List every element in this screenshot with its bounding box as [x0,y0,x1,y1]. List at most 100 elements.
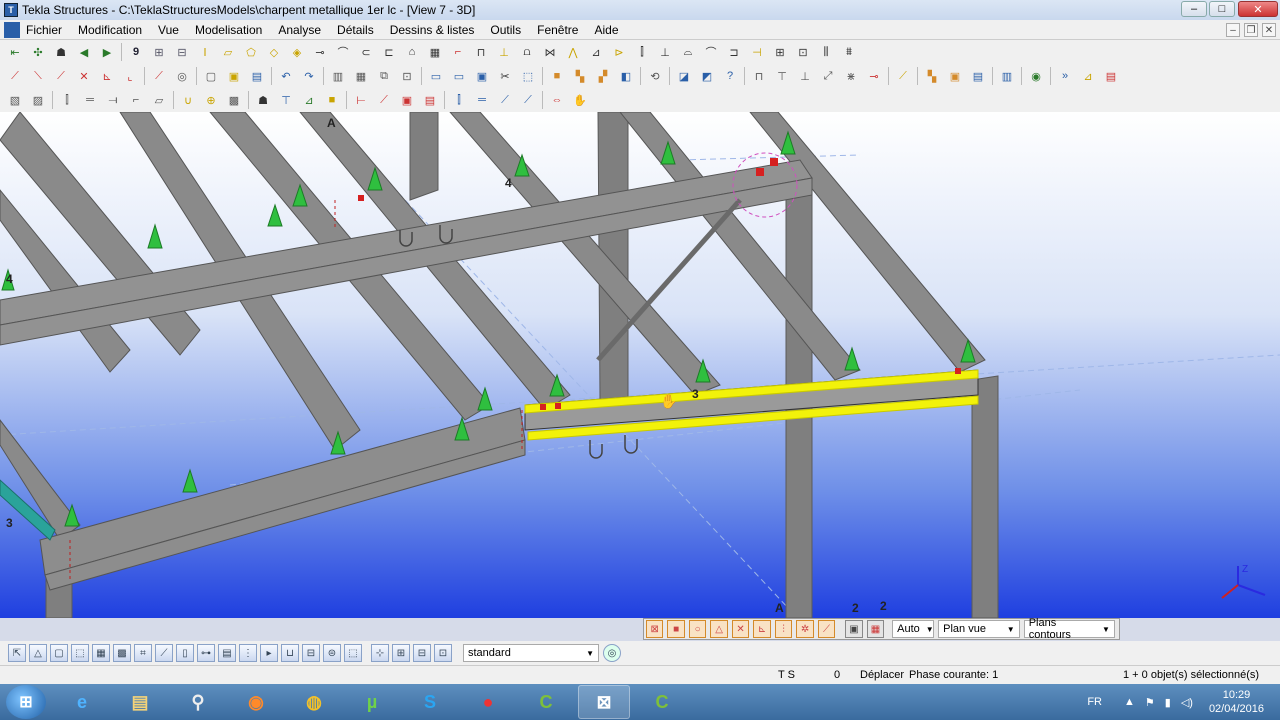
snap-reference-icon[interactable]: ⊠ [646,620,664,638]
point-icon[interactable]: ✣ [29,43,47,61]
grid-icon[interactable]: ⇤ [6,43,24,61]
minimize-button[interactable]: – [1181,1,1207,17]
help-icon[interactable]: ? [721,67,739,85]
select-reference-switch-icon[interactable]: ⊟ [302,644,320,662]
select-views-switch-icon[interactable]: ▯ [176,644,194,662]
part-icon[interactable]: ■ [548,67,566,85]
firefox-icon[interactable]: ◉ [230,685,282,719]
menu-modelisation[interactable]: Modelisation [187,23,270,37]
dimension-icon[interactable]: ⤢ [819,67,837,85]
arrow-right-icon[interactable]: ▶ [98,43,116,61]
select-distances-switch-icon[interactable]: ⊔ [281,644,299,662]
eraser-icon[interactable]: ▨ [29,91,47,109]
snap-grid-icon[interactable]: ▦ [866,620,885,638]
clip-icon[interactable]: ⊢ [352,91,370,109]
select-parts-icon[interactable]: ▭ [450,67,468,85]
arch-icon[interactable]: ⩍ [518,43,536,61]
snap-line-icon[interactable]: ⟋ [817,620,836,638]
menu-vue[interactable]: Vue [150,23,187,37]
level-icon[interactable]: ═ [473,91,491,109]
menu-fichier[interactable]: Fichier [24,23,70,37]
select-objects-switch-icon[interactable]: ⬚ [344,644,362,662]
scissors-icon[interactable]: ✂ [496,67,514,85]
create-view-icon[interactable]: ◪ [675,67,693,85]
tube-icon[interactable]: ⫼ [817,43,835,61]
gusset-icon[interactable]: ⊳ [610,43,628,61]
media-icon[interactable]: ● [462,685,514,719]
select-welds-switch-icon[interactable]: ⌗ [134,644,152,662]
note-icon[interactable]: ▤ [421,91,439,109]
lattice-icon[interactable]: ⩩ [840,43,858,61]
cast-unit-icon[interactable]: ▞ [594,67,612,85]
menu-aide[interactable]: Aide [586,23,626,37]
network-icon[interactable]: ▮ [1165,696,1171,709]
select-components-switch-icon[interactable]: ⊜ [323,644,341,662]
utorrent-icon[interactable]: µ [346,685,398,719]
split-icon[interactable]: ⫿ [58,91,76,109]
snap-any-icon[interactable]: ✲ [796,620,814,638]
menu-details[interactable]: Détails [329,23,382,37]
properties-icon[interactable]: ▦ [352,67,370,85]
snap-depth-select[interactable]: Auto ▼ [892,620,935,638]
curved-icon[interactable]: ⌒ [702,43,720,61]
shear-plate-icon[interactable]: ⊡ [794,43,812,61]
plate-icon[interactable]: ▱ [219,43,237,61]
measure-icon[interactable]: ⟋ [150,67,168,85]
snap-mid-icon[interactable]: ⟋ [52,67,70,85]
beam-icon[interactable]: ⊞ [150,43,168,61]
maximize-button[interactable]: □ [1209,1,1235,17]
combine-icon[interactable]: ═ [81,91,99,109]
filter-settings-icon[interactable]: ◎ [603,644,621,662]
fitting-icon[interactable]: ⊏ [380,43,398,61]
search-tool-icon[interactable]: ⚲ [172,685,224,719]
slope-icon[interactable]: ⟋ [496,91,514,109]
binoculars-icon[interactable]: ☗ [52,43,70,61]
snap-perpendicular-icon[interactable]: ⊾ [753,620,771,638]
weld-view-icon[interactable]: ◧ [617,67,635,85]
mark-icon[interactable]: ▣ [398,91,416,109]
grid-perp-icon[interactable]: ⊥ [796,67,814,85]
select-points-switch-icon[interactable]: ⬚ [71,644,89,662]
snap-extension-icon[interactable]: ⫶ [774,620,793,638]
zoom-icon[interactable]: ⊤ [277,91,295,109]
base-plate-icon[interactable]: ⊥ [656,43,674,61]
chamfer-icon[interactable]: ⌂ [403,43,421,61]
select-assembly-icon[interactable]: ▣ [473,67,491,85]
contour-select[interactable]: Plans contours ▼ [1023,617,1115,641]
start-button[interactable]: ⊞ [6,685,46,719]
connection-icon[interactable]: ⌐ [449,43,467,61]
menu-dessins-listes[interactable]: Dessins & listes [382,23,483,37]
select-all-icon[interactable]: ▭ [427,67,445,85]
component-icon[interactable]: ⊥ [495,43,513,61]
profile-icon[interactable]: ▱ [150,91,168,109]
view-list-icon[interactable]: ◩ [698,67,716,85]
undo-icon[interactable]: ↶ [277,67,295,85]
snap-midpoint-icon[interactable]: △ [710,620,728,638]
chrome-icon[interactable]: ◍ [288,685,340,719]
open-icon[interactable]: ▣ [225,67,243,85]
selection-filter-select[interactable]: standard ▼ [463,644,599,662]
select-all-switch-icon[interactable]: ⇱ [8,644,26,662]
select-surface-switch-icon[interactable]: ▢ [50,644,68,662]
snap-geometry-icon[interactable]: ■ [667,620,685,638]
redo-icon[interactable]: ↷ [300,67,318,85]
extend-icon[interactable]: ⟞ [104,91,122,109]
tekla-task-icon[interactable]: ⊠ [578,685,630,719]
stair-icon[interactable]: ▦ [426,43,444,61]
hand-icon[interactable]: ✋ [571,91,589,109]
web-icon[interactable]: ◉ [1027,67,1045,85]
render-icon[interactable]: ■ [323,91,341,109]
action-center-icon[interactable]: ⚑ [1145,696,1155,709]
orient-icon[interactable]: ⫿ [450,91,468,109]
skype-icon[interactable]: S [404,685,456,719]
selected-beam[interactable] [524,369,979,441]
model-canvas[interactable]: ✋ Z A 4 4 3 3 A 2 2 [0,112,1280,618]
column-icon[interactable]: ⊟ [173,43,191,61]
view-icon[interactable] [4,21,20,38]
select-grid-switch-icon[interactable]: ▦ [92,644,110,662]
weld-icon[interactable]: ⌒ [334,43,352,61]
trim-icon[interactable]: ⌐ [127,91,145,109]
snap-cross-icon[interactable]: ✕ [75,67,93,85]
select-planes-switch-icon[interactable]: ▸ [260,644,278,662]
bolt-icon[interactable]: ⊸ [311,43,329,61]
